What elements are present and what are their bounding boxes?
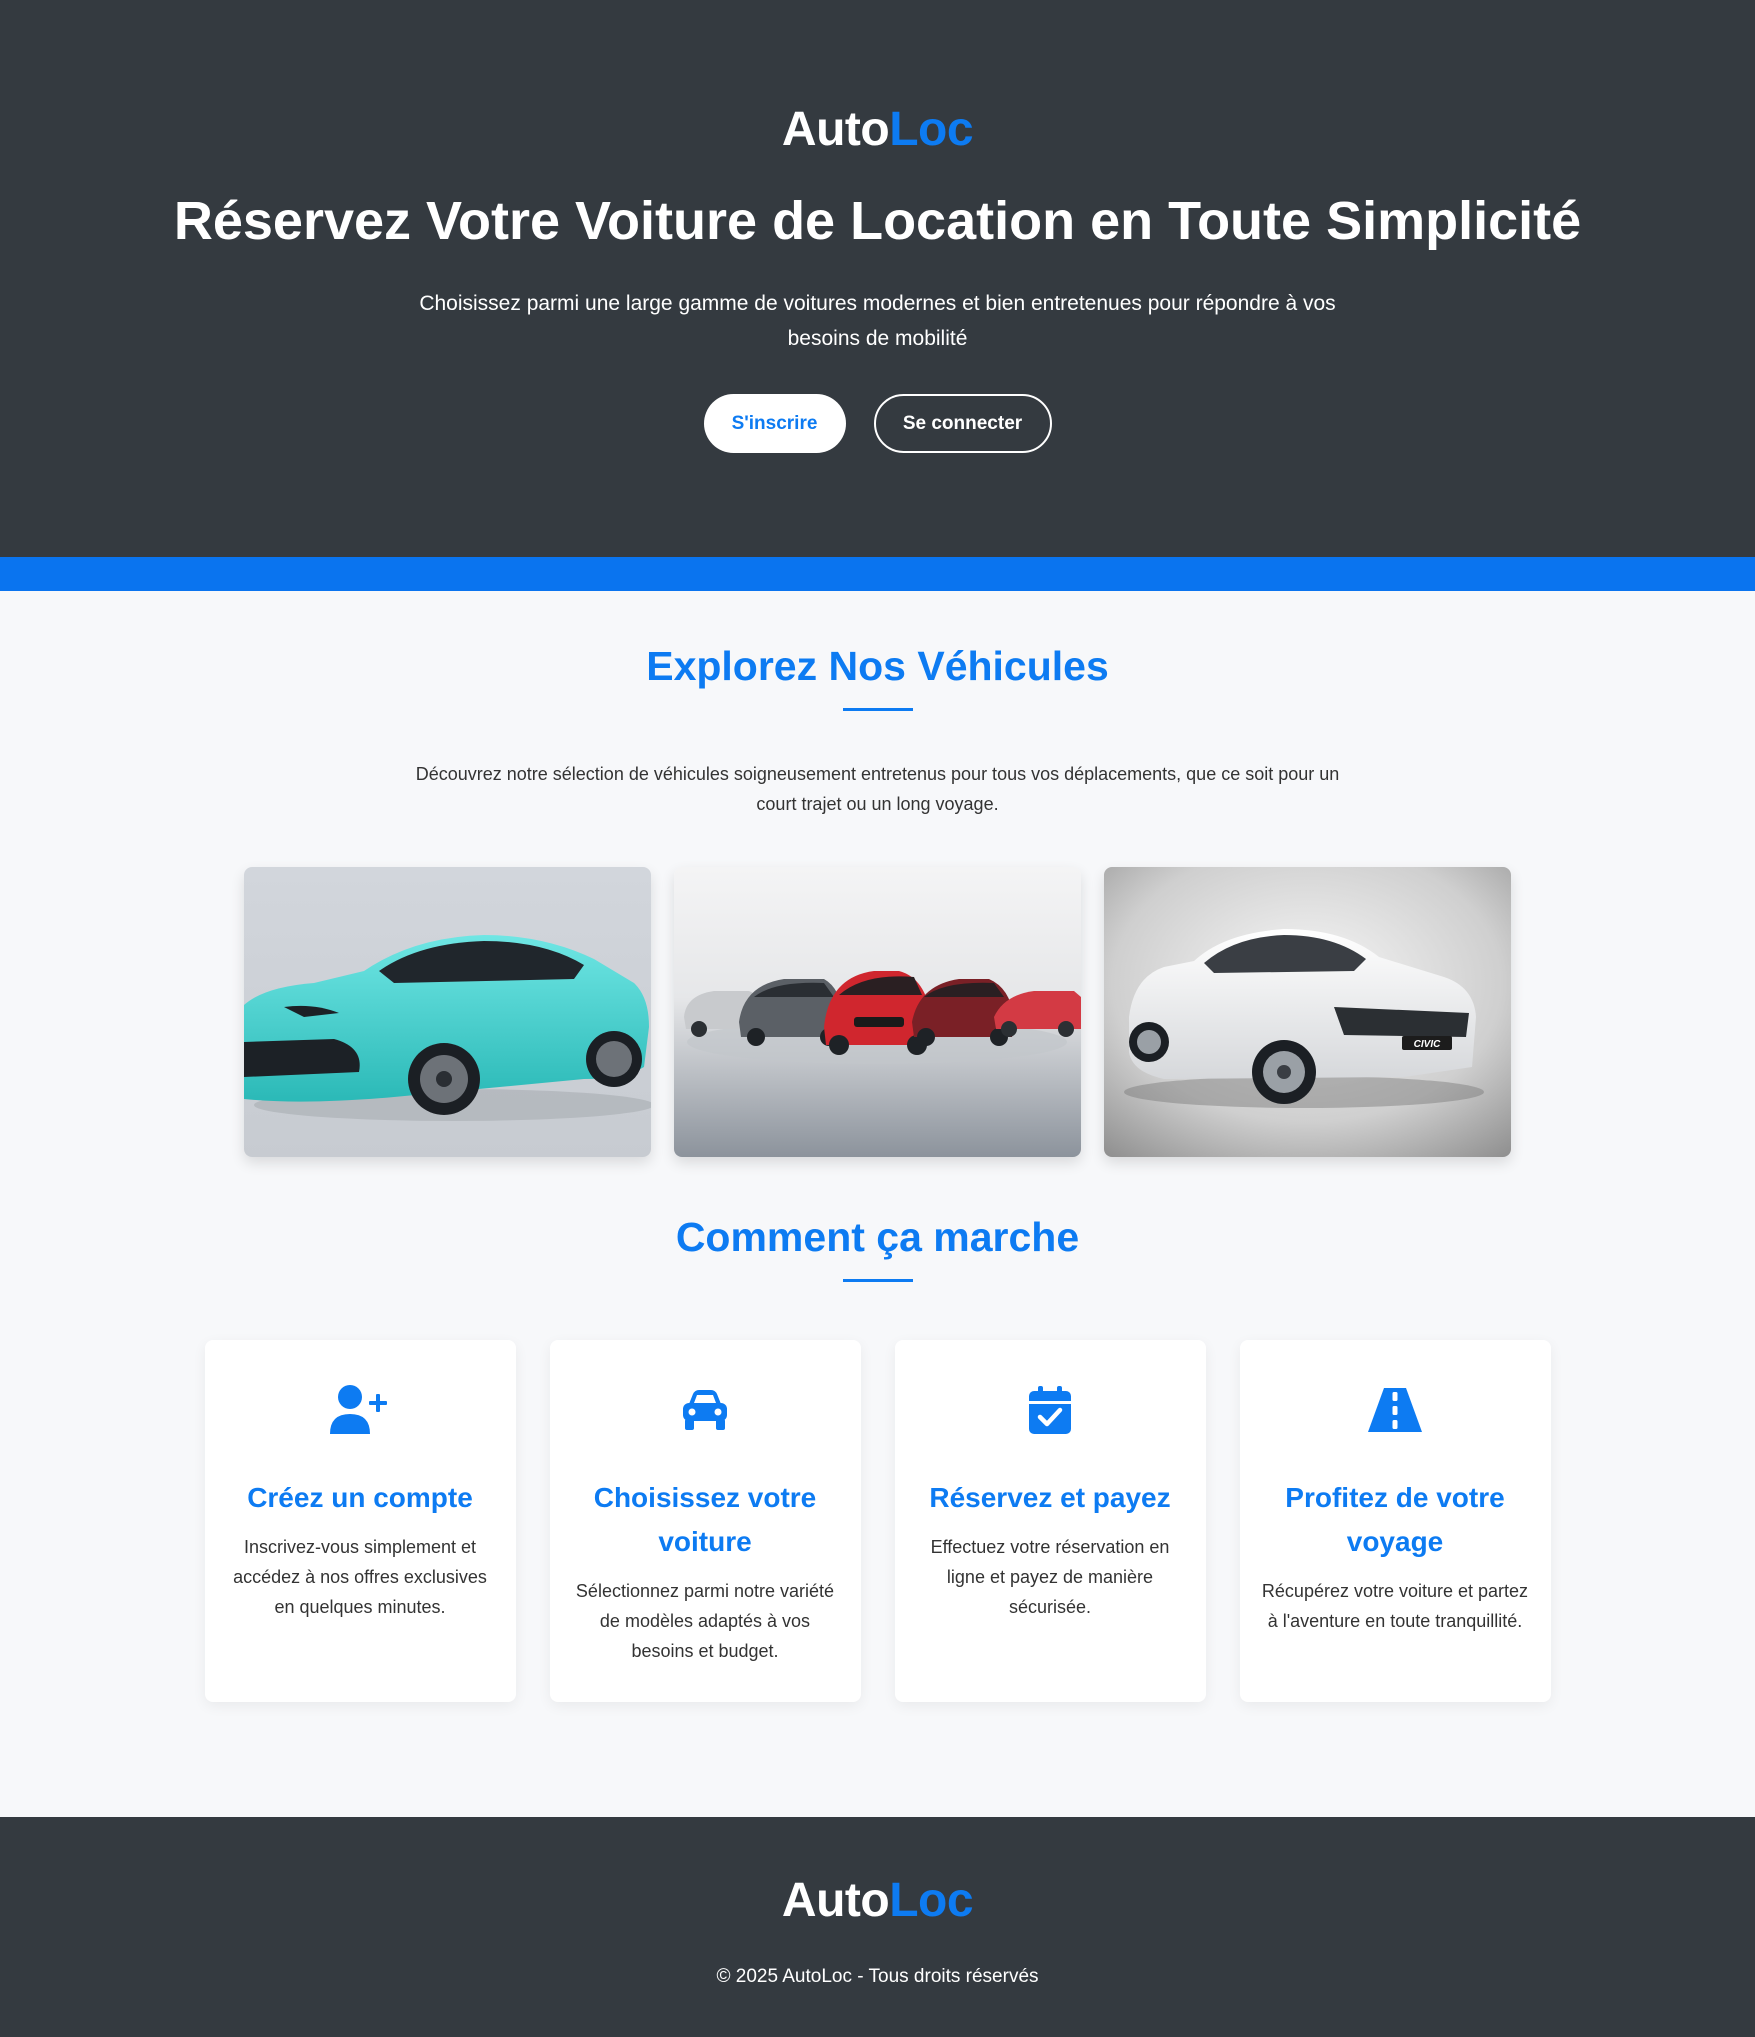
step-text: Inscrivez-vous simplement et accédez à n… [233, 1537, 487, 1617]
step-text: Sélectionnez parmi notre variété de modè… [575, 1581, 835, 1661]
step-title: Créez un compte [247, 1482, 473, 1513]
brand-part1: Auto [781, 1874, 890, 1927]
road-icon [1368, 1388, 1422, 1432]
hero-subtitle: Choisissez parmi une large gamme de voit… [419, 292, 1336, 350]
main-content: Explorez Nos Véhicules Découvrez notre s… [0, 641, 1755, 1702]
step-text: Effectuez votre réservation en ligne et … [930, 1537, 1170, 1617]
hero-buttons: S'inscrire Se connecter [0, 394, 1755, 453]
signup-button[interactable]: S'inscrire [703, 394, 846, 453]
car-icon [683, 1390, 727, 1430]
step-title: Profitez de votre voyage [1285, 1482, 1505, 1557]
steps-list: Créez un compte Inscrivez-vous simplemen… [0, 1340, 1755, 1702]
step-card-book-pay: Réservez et payez Effectuez votre réserv… [894, 1340, 1206, 1702]
copyright-text: © 2025 AutoLoc - Tous droits réservés [716, 1966, 1039, 1987]
step-card-enjoy-trip: Profitez de votre voyage Récupérez votre… [1239, 1340, 1551, 1702]
vehicles-intro: Découvrez notre sélection de véhicules s… [415, 764, 1340, 814]
accent-stripe [0, 557, 1755, 591]
login-button[interactable]: Se connecter [873, 394, 1052, 453]
step-title: Choisissez votre voiture [593, 1482, 817, 1557]
step-title: Réservez et payez [929, 1482, 1171, 1513]
vehicle-gallery: CIVIC [0, 867, 1755, 1157]
calendar-check-icon [1029, 1386, 1071, 1434]
brand-part2: Loc [889, 103, 974, 156]
footer: AutoLoc © 2025 AutoLoc - Tous droits rés… [0, 1817, 1755, 2037]
brand-part1: Auto [781, 103, 890, 156]
vehicle-image-teal-sedan[interactable] [244, 867, 651, 1157]
brand-logo[interactable]: AutoLoc [0, 0, 1755, 160]
title-underline [842, 708, 913, 711]
footer-logo[interactable]: AutoLoc [0, 1817, 1755, 1931]
vehicle-image-car-lineup[interactable] [674, 867, 1081, 1157]
vehicles-title: Explorez Nos Véhicules [646, 643, 1109, 689]
how-it-works-title: Comment ça marche [675, 1214, 1080, 1260]
vehicle-image-white-civic[interactable]: CIVIC [1104, 867, 1511, 1157]
step-card-choose-car: Choisissez votre voiture Sélectionnez pa… [549, 1340, 861, 1702]
hero-section: AutoLoc Réservez Votre Voiture de Locati… [0, 0, 1755, 557]
user-plus-icon [330, 1385, 387, 1434]
civic-badge-text: CIVIC [1414, 1039, 1441, 1050]
step-text: Récupérez votre voiture et partez à l'av… [1261, 1581, 1529, 1631]
step-card-create-account: Créez un compte Inscrivez-vous simplemen… [204, 1340, 516, 1702]
hero-title: Réservez Votre Voiture de Location en To… [173, 191, 1582, 251]
title-underline [842, 1279, 913, 1282]
brand-part2: Loc [889, 1874, 974, 1927]
